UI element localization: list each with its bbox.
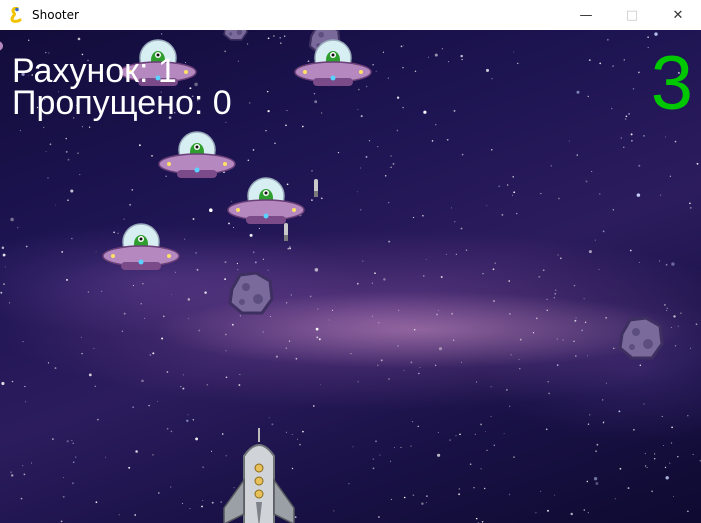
lives-counter: 3 bbox=[650, 41, 693, 126]
close-icon[interactable]: ✕ bbox=[655, 0, 701, 30]
bullet bbox=[314, 179, 318, 197]
enemy-ufo bbox=[102, 223, 180, 270]
maximize-icon[interactable]: □ bbox=[609, 0, 655, 30]
game-window: Shooter — □ ✕ Рахунок: 1 Пропущено: 0 3 bbox=[0, 0, 701, 523]
bullet bbox=[284, 223, 288, 241]
missed-label: Пропущено: 0 bbox=[12, 84, 232, 122]
window-controls: — □ ✕ bbox=[563, 0, 701, 30]
minimize-icon[interactable]: — bbox=[563, 0, 609, 30]
enemy-ufo-partial bbox=[0, 41, 3, 51]
asteroid bbox=[228, 271, 274, 315]
enemy-ufo bbox=[227, 177, 305, 224]
window-title: Shooter bbox=[32, 8, 79, 22]
asteroid bbox=[223, 30, 248, 41]
enemy-ufo bbox=[158, 131, 236, 178]
score-label: Рахунок: 1 bbox=[12, 52, 177, 90]
game-canvas[interactable]: Рахунок: 1 Пропущено: 0 3 bbox=[0, 30, 701, 523]
pygame-snake-icon bbox=[10, 7, 22, 23]
enemy-ufo bbox=[294, 39, 372, 86]
asteroid bbox=[618, 316, 664, 360]
title-bar[interactable]: Shooter — □ ✕ bbox=[0, 0, 701, 30]
player-rocket[interactable] bbox=[218, 428, 300, 523]
